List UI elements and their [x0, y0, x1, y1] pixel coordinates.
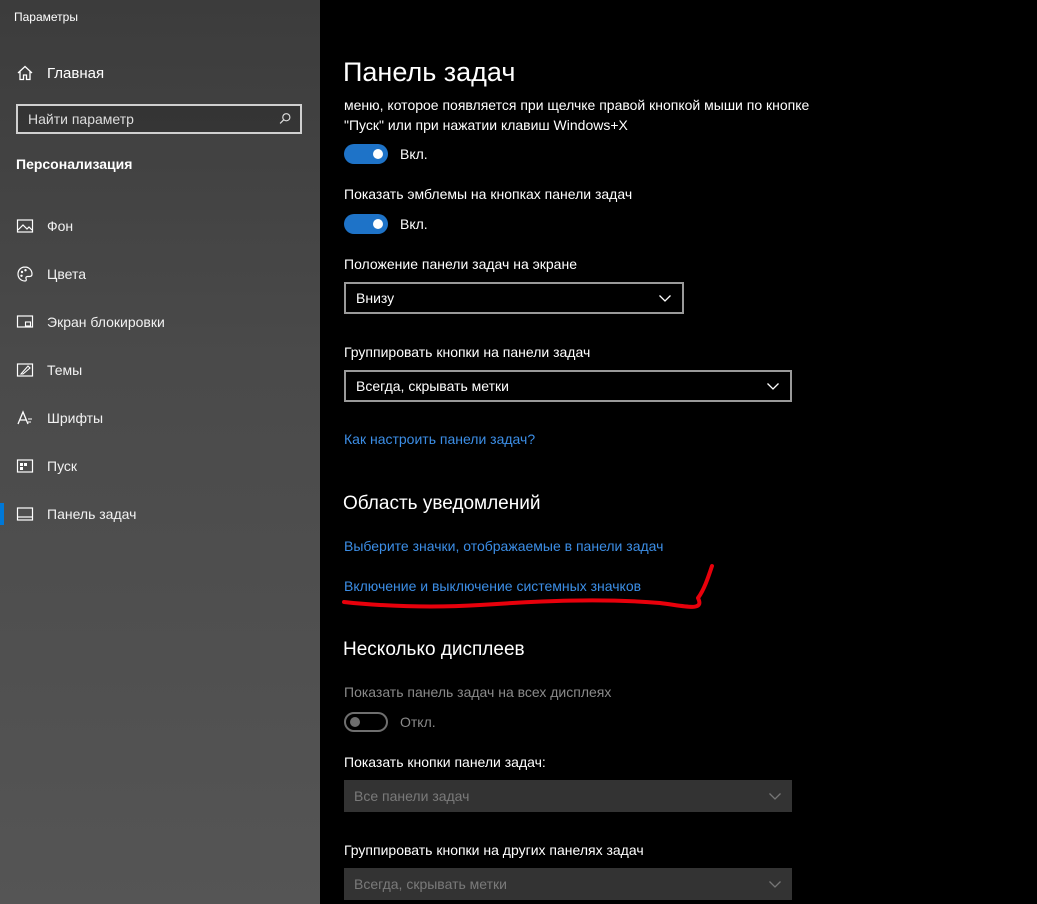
- palette-icon: [16, 265, 34, 283]
- show-all-toggle-state: Откл.: [400, 714, 436, 730]
- show-buttons-dropdown[interactable]: Все панели задач: [344, 780, 792, 812]
- position-value: Внизу: [356, 290, 395, 306]
- sidebar-item-label: Темы: [47, 362, 83, 378]
- search-input[interactable]: Найти параметр: [18, 111, 276, 127]
- sidebar-nav: Фон Цвета Экран блокировки Темы Шрифты П…: [0, 202, 320, 538]
- chevron-down-icon: [658, 291, 672, 305]
- taskbar-help-link[interactable]: Как настроить панели задач?: [344, 431, 535, 447]
- position-label: Положение панели задач на экране: [344, 256, 577, 272]
- font-icon: [16, 409, 34, 427]
- sidebar-item-label: Пуск: [47, 458, 78, 474]
- notification-area-heading: Область уведомлений: [343, 493, 541, 514]
- combine-dropdown[interactable]: Всегда, скрывать метки: [344, 370, 792, 402]
- toggle-knob: [373, 149, 383, 159]
- badges-toggle-row: Вкл.: [344, 214, 428, 234]
- system-icons-link[interactable]: Включение и выключение системных значков: [344, 578, 641, 594]
- sidebar-item-label: Экран блокировки: [47, 314, 165, 330]
- combine-other-value: Всегда, скрывать метки: [354, 876, 507, 892]
- section-title: Персонализация: [16, 156, 133, 172]
- badges-toggle[interactable]: [344, 214, 388, 234]
- sidebar-item-background[interactable]: Фон: [0, 202, 320, 250]
- start-icon: [16, 457, 34, 475]
- sidebar-item-label: Панель задач: [47, 506, 137, 522]
- sidebar-item-lock-screen[interactable]: Экран блокировки: [0, 298, 320, 346]
- show-all-displays-label: Показать панель задач на всех дисплеях: [344, 684, 612, 700]
- sidebar-item-fonts[interactable]: Шрифты: [0, 394, 320, 442]
- winx-toggle[interactable]: [344, 144, 388, 164]
- combine-other-dropdown[interactable]: Всегда, скрывать метки: [344, 868, 792, 900]
- sidebar-item-start[interactable]: Пуск: [0, 442, 320, 490]
- home-nav-item[interactable]: Главная: [16, 62, 104, 84]
- show-all-displays-toggle[interactable]: [344, 712, 388, 732]
- chevron-down-icon: [768, 789, 782, 803]
- toggle-knob: [350, 717, 360, 727]
- toggle-knob: [373, 219, 383, 229]
- taskbar-icon: [16, 505, 34, 523]
- chevron-down-icon: [768, 877, 782, 891]
- winx-description: меню, которое появляется при щелчке прав…: [344, 97, 810, 133]
- home-icon: [16, 64, 34, 82]
- winx-toggle-row: Вкл.: [344, 144, 428, 164]
- winx-toggle-state: Вкл.: [400, 146, 428, 162]
- combine-other-label: Группировать кнопки на других панелях за…: [344, 842, 644, 858]
- show-all-toggle-row: Откл.: [344, 712, 436, 732]
- combine-label: Группировать кнопки на панели задач: [344, 344, 591, 360]
- lock-screen-icon: [16, 313, 34, 331]
- badges-toggle-state: Вкл.: [400, 216, 428, 232]
- page-title: Панель задач: [343, 57, 516, 87]
- search-icon[interactable]: [276, 110, 294, 128]
- show-buttons-label: Показать кнопки панели задач:: [344, 754, 546, 770]
- main-panel: Панель задач меню, которое появляется пр…: [320, 0, 1037, 904]
- chevron-down-icon: [766, 379, 780, 393]
- window-title: Параметры: [14, 10, 78, 24]
- sidebar-item-label: Фон: [47, 218, 74, 234]
- picture-icon: [16, 217, 34, 235]
- position-dropdown[interactable]: Внизу: [344, 282, 684, 314]
- sidebar-item-label: Шрифты: [47, 410, 104, 426]
- select-icons-link[interactable]: Выберите значки, отображаемые в панели з…: [344, 538, 663, 554]
- sidebar-item-colors[interactable]: Цвета: [0, 250, 320, 298]
- sidebar-item-taskbar[interactable]: Панель задач: [0, 490, 320, 538]
- brush-icon: [16, 361, 34, 379]
- sidebar: Параметры Главная Найти параметр Персона…: [0, 0, 320, 904]
- search-box[interactable]: Найти параметр: [16, 104, 302, 134]
- sidebar-item-label: Цвета: [47, 266, 86, 282]
- combine-value: Всегда, скрывать метки: [356, 378, 509, 394]
- multiple-displays-heading: Несколько дисплеев: [343, 639, 525, 660]
- home-label: Главная: [47, 64, 105, 82]
- sidebar-item-themes[interactable]: Темы: [0, 346, 320, 394]
- show-buttons-value: Все панели задач: [354, 788, 470, 804]
- badges-label: Показать эмблемы на кнопках панели задач: [344, 186, 633, 202]
